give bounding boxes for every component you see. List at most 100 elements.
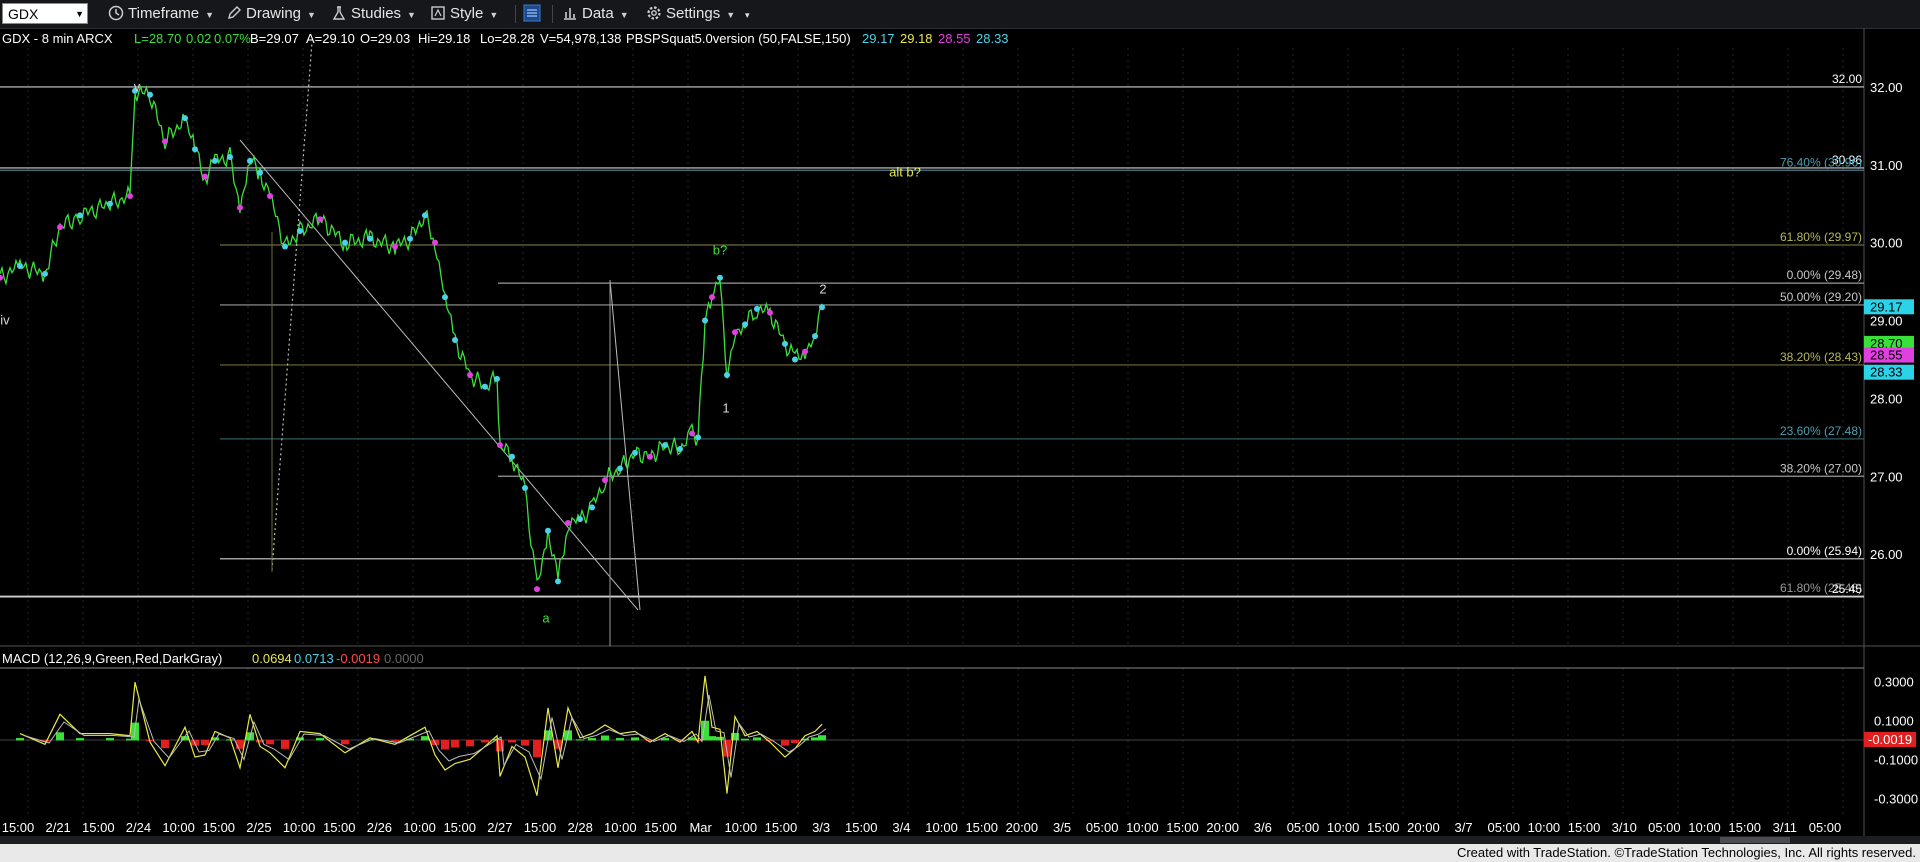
price-tick-label: 30.00 — [1870, 236, 1903, 251]
macd-histogram-bar — [521, 740, 529, 746]
price-tick-label: 31.00 — [1870, 158, 1903, 173]
fib-level-label: 61.80% (29.97) — [1780, 230, 1862, 244]
price-line — [0, 84, 823, 582]
time-tick-label: 05:00 — [1487, 820, 1520, 835]
wave-label: 1 — [722, 400, 729, 415]
fib-level-label: 38.20% (27.00) — [1780, 461, 1862, 475]
pivot-dot — [432, 239, 438, 246]
macd-histogram-bar — [811, 737, 819, 741]
time-tick-label: 10:00 — [1528, 820, 1561, 835]
time-tick-label: 2/25 — [246, 820, 271, 835]
pivot-dot — [247, 157, 253, 164]
time-tick-label: 15:00 — [1166, 820, 1199, 835]
pivot-dot — [257, 169, 263, 176]
pivot-dot — [267, 192, 273, 199]
time-tick-label: 05:00 — [1287, 820, 1320, 835]
time-tick-label: 3/6 — [1254, 820, 1272, 835]
time-tick-label: 10:00 — [162, 820, 195, 835]
pivot-dot — [589, 504, 595, 511]
time-tick-label: 3/3 — [812, 820, 830, 835]
macd-header-label: MACD (12,26,9,Green,Red,DarkGray) — [2, 651, 222, 666]
pivot-dot — [452, 337, 458, 343]
pivot-dot — [162, 138, 168, 145]
macd-tick-label: 0.3000 — [1874, 675, 1914, 690]
macd-value-tag-label: -0.0019 — [1868, 732, 1912, 747]
pivot-dot — [534, 586, 540, 593]
trendline-dotted[interactable] — [271, 41, 313, 571]
macd-histogram-bar — [741, 738, 749, 741]
time-tick-label: 15:00 — [1568, 820, 1601, 835]
pivot-dot — [647, 453, 653, 460]
wave-label: a — [542, 611, 550, 626]
time-tick-label: 3/4 — [892, 820, 910, 835]
macd-histogram-bar — [441, 740, 449, 750]
macd-pane: 0.3000 0.1000 -0.1000 -0.3000 -0.0019 — [0, 675, 1918, 806]
time-tick-label: 15:00 — [845, 820, 878, 835]
footer-bar: Created with TradeStation. ©TradeStation… — [0, 844, 1920, 862]
macd-histogram-bar — [588, 738, 596, 741]
chart-grid — [0, 28, 1920, 836]
study-value: 29.17 — [862, 31, 895, 46]
trendline[interactable] — [609, 279, 641, 611]
chart-header-open: O=29.03 — [360, 31, 410, 46]
chart-header-change: 0.02 — [186, 31, 211, 46]
pivot-dot — [677, 446, 683, 453]
chart-header-last: L=28.70 — [134, 31, 181, 46]
wave-annotations: v iv alt b? b? 2 1 a — [0, 79, 921, 626]
pivot-dot — [782, 340, 788, 347]
time-tick-label: 10:00 — [1126, 820, 1159, 835]
pivot-dot — [422, 212, 428, 219]
pivot-dot — [577, 516, 583, 523]
pivot-dot — [767, 309, 773, 316]
copyright-text: Created with TradeStation. ©TradeStation… — [1456, 845, 1916, 860]
pivot-dot — [182, 115, 188, 122]
time-tick-label: 15:00 — [203, 820, 236, 835]
pivot-dot — [212, 157, 218, 164]
price-tags: 29.1728.7028.5528.33 — [1864, 299, 1914, 380]
macd-histogram-bar — [161, 740, 169, 749]
chart-header-low: Lo=28.28 — [480, 31, 535, 46]
horizontal-scrollbar[interactable] — [0, 836, 1920, 844]
time-tick-label: 05:00 — [1809, 820, 1842, 835]
macd-tick-label: -0.3000 — [1874, 791, 1918, 806]
fib-level-label: 38.20% (28.43) — [1780, 350, 1862, 364]
macd-value: 0.0694 — [252, 651, 292, 666]
time-tick-label: 15:00 — [1367, 820, 1400, 835]
time-tick-label: 05:00 — [1086, 820, 1119, 835]
macd-histogram-bar — [508, 740, 516, 743]
pivot-dot — [442, 294, 448, 301]
price-tag-label: 28.33 — [1870, 365, 1903, 380]
pivot-dot — [754, 305, 760, 312]
scrollbar-thumb[interactable] — [1720, 837, 1790, 843]
time-tick-label: 20:00 — [1407, 820, 1440, 835]
time-tick-label: 10:00 — [283, 820, 316, 835]
fib-level-label: 0.00% (29.48) — [1787, 268, 1862, 282]
fib-level-label: 23.60% (27.48) — [1780, 424, 1862, 438]
time-tick-label: 15:00 — [1728, 820, 1761, 835]
time-tick-label: 10:00 — [925, 820, 958, 835]
pivot-dot — [617, 465, 623, 472]
price-chart[interactable]: 32.0030.9676.40% (30.96)61.80% (29.97)0.… — [0, 0, 1920, 836]
pivot-dot — [202, 173, 208, 180]
fib-level-label: 32.00 — [1832, 72, 1862, 86]
macd-histogram-bar — [266, 740, 274, 745]
time-tick-label: 3/5 — [1053, 820, 1071, 835]
time-tick-label: 10:00 — [1327, 820, 1360, 835]
chart-header-study: PBSPSquat5.0version (50,FALSE,150) — [626, 31, 851, 46]
price-tick-label: 27.00 — [1870, 469, 1903, 484]
wave-label: alt b? — [889, 164, 921, 179]
pivot-dot — [695, 434, 701, 441]
pivot-dot — [717, 274, 723, 281]
macd-histogram-bar — [601, 735, 609, 741]
pivot-dot — [107, 200, 113, 207]
macd-histogram-bar — [341, 740, 349, 745]
pivot-dot — [407, 235, 413, 242]
macd-histogram-bar — [781, 740, 789, 746]
pivot-dot — [724, 372, 730, 379]
time-tick-label: 20:00 — [1206, 820, 1239, 835]
time-tick-label: 3/7 — [1455, 820, 1473, 835]
chart-header-high: Hi=29.18 — [418, 31, 470, 46]
macd-histogram-bar — [481, 740, 489, 743]
macd-histogram-bar — [466, 740, 474, 747]
time-tick-label: 15:00 — [965, 820, 998, 835]
